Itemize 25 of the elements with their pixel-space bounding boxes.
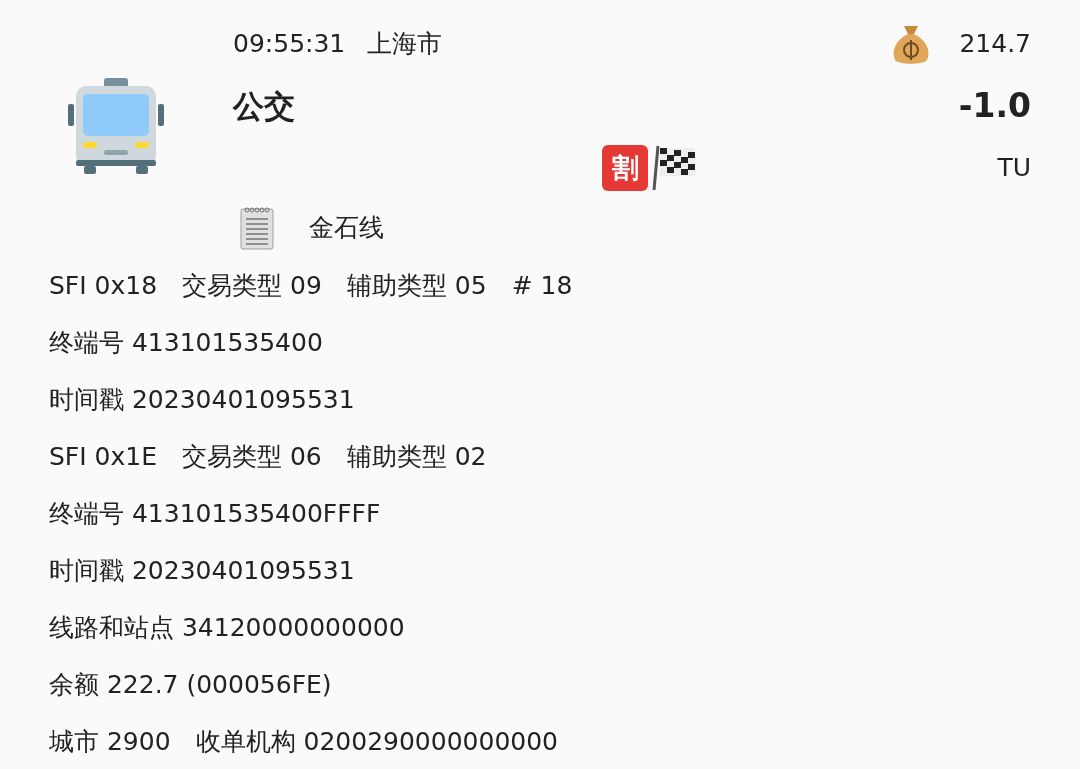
time-text: 09:55:31 [233, 28, 346, 61]
discount-badge: 割 [602, 145, 649, 191]
currency-text: TU [997, 152, 1031, 185]
amount-text: -1.0 [958, 85, 1031, 128]
detail-text: 时间戳 20230401095531 [49, 554, 355, 587]
line-name: 金石线 [309, 212, 384, 245]
detail-text: SFI 0x18 [49, 269, 158, 302]
detail-text: 余额 222.7 (000056FE) [49, 668, 332, 701]
detail-text: 交易类型 06 [182, 440, 322, 473]
detail-text: 交易类型 09 [182, 269, 322, 302]
detail-text: 时间戳 20230401095531 [49, 383, 355, 416]
city-text: 上海市 [367, 28, 443, 61]
detail-text: 辅助类型 02 [346, 440, 487, 473]
detail-text: 城市 2900 [49, 725, 171, 758]
detail-text: 收单机构 0200290000000000 [195, 725, 559, 758]
detail-text: 终端号 413101535400FFFF [49, 497, 381, 530]
detail-text: # 18 [511, 269, 573, 302]
detail-text: 线路和站点 34120000000000 [49, 611, 405, 644]
detail-text: 辅助类型 05 [346, 269, 487, 302]
transit-title: 公交 [233, 86, 295, 126]
detail-text: 终端号 413101535400 [49, 326, 323, 359]
bus-icon [66, 76, 166, 176]
balance-text: 214.7 [959, 28, 1031, 61]
notepad-icon [239, 205, 275, 251]
detail-text: SFI 0x1E [49, 440, 157, 473]
